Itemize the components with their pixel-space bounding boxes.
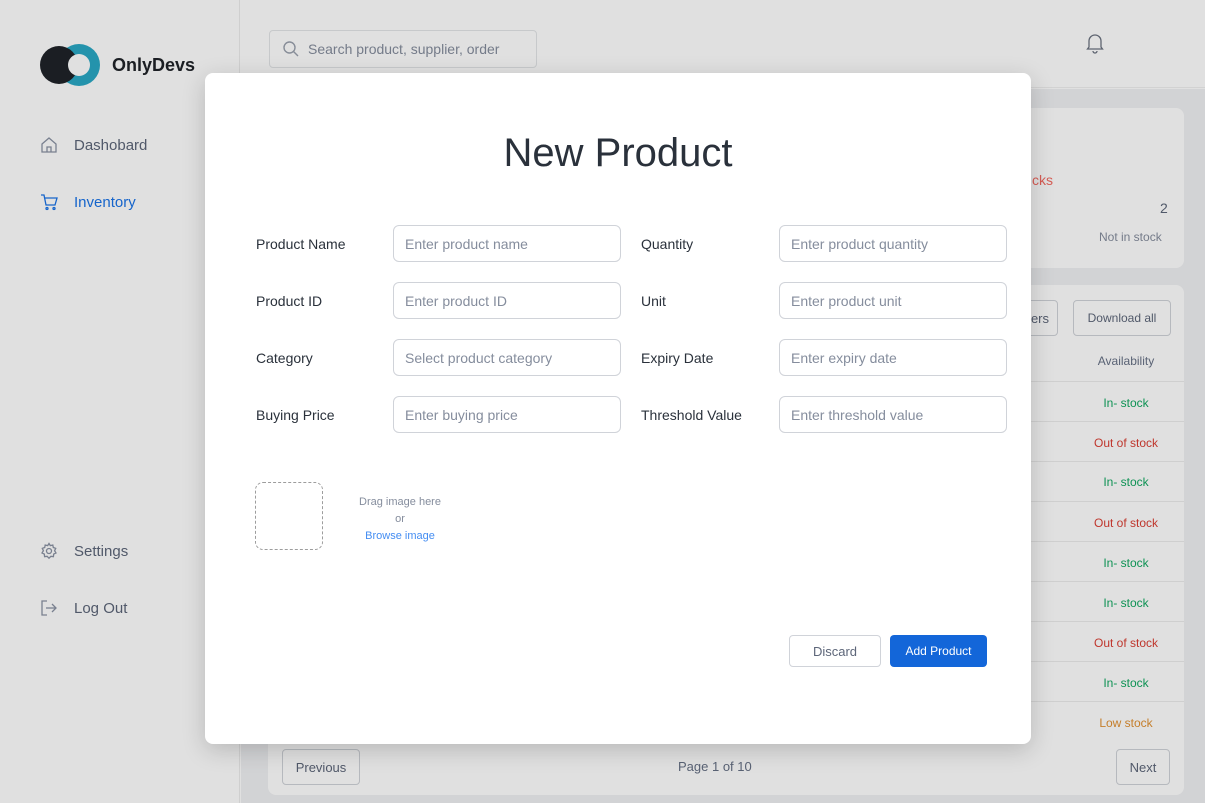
product-id-label: Product ID xyxy=(256,293,323,309)
drag-image-text: Drag image here xyxy=(359,496,441,508)
threshold-value-label: Threshold Value xyxy=(641,407,742,423)
threshold-value-input[interactable] xyxy=(779,396,1007,433)
or-text: or xyxy=(395,513,405,525)
category-select[interactable] xyxy=(393,339,621,376)
discard-button[interactable]: Discard xyxy=(789,635,881,667)
buying-price-input[interactable] xyxy=(393,396,621,433)
unit-label: Unit xyxy=(641,293,666,309)
product-id-input[interactable] xyxy=(393,282,621,319)
modal-title: New Product xyxy=(503,131,733,175)
new-product-modal: New Product Product Name Product ID Cate… xyxy=(205,73,1031,744)
expiry-date-label: Expiry Date xyxy=(641,350,714,366)
quantity-input[interactable] xyxy=(779,225,1007,262)
add-product-button[interactable]: Add Product xyxy=(890,635,987,667)
product-name-label: Product Name xyxy=(256,236,346,252)
browse-image-link[interactable]: Browse image xyxy=(330,530,470,542)
image-dropzone[interactable] xyxy=(255,482,323,550)
unit-input[interactable] xyxy=(779,282,1007,319)
category-label: Category xyxy=(256,350,313,366)
buying-price-label: Buying Price xyxy=(256,407,335,423)
quantity-label: Quantity xyxy=(641,236,694,252)
expiry-date-input[interactable] xyxy=(779,339,1007,376)
product-name-input[interactable] xyxy=(393,225,621,262)
